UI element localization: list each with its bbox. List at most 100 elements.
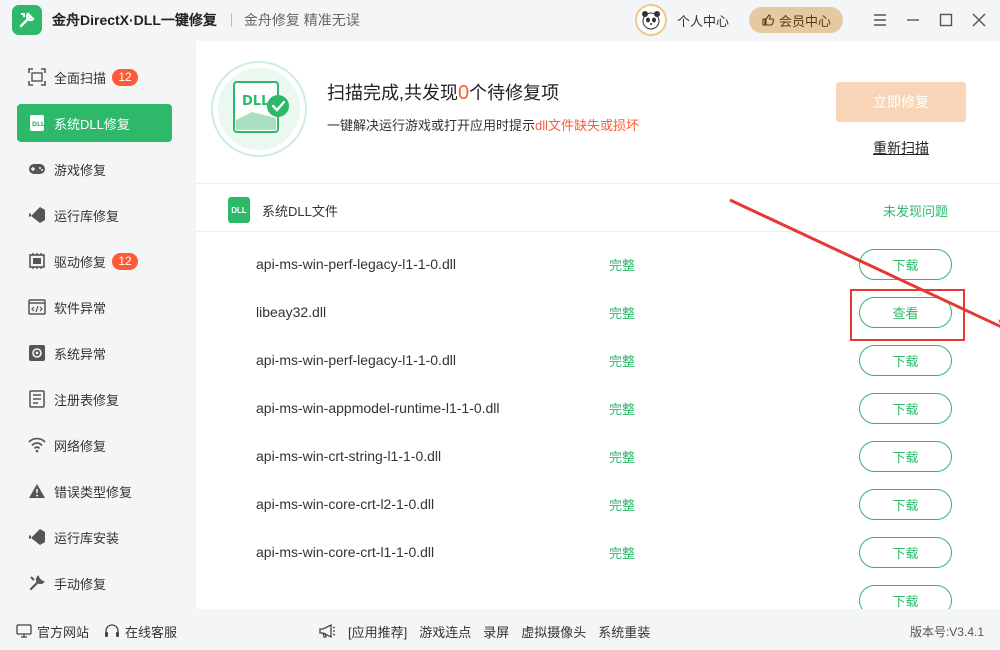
section-header: DLL 系统DLL文件 未发现问题 <box>196 189 1000 231</box>
maximize-icon[interactable] <box>931 5 961 35</box>
sidebar-item-runtime[interactable]: 运行库修复 <box>17 196 172 234</box>
sidebar-item-wrench[interactable]: 手动修复 <box>17 564 172 602</box>
app-logo-icon <box>12 5 42 35</box>
table-row: api-ms-win-perf-legacy-l1-1-0.dll 完整 下载 <box>196 240 1000 288</box>
sidebar-item-scan[interactable]: 全面扫描 12 <box>17 58 172 96</box>
user-center-link[interactable]: 个人中心 <box>677 11 729 30</box>
dll-file-status: 完整 <box>609 401 636 417</box>
table-row: api-ms-win-core-crt-l2-1-0.dll 完整 下载 <box>196 480 1000 528</box>
repair-now-button[interactable]: 立即修复 <box>836 82 966 122</box>
dll-scan-illustration-icon: DLL <box>211 61 307 157</box>
footer-link-screen-record[interactable]: 录屏 <box>483 622 509 641</box>
sidebar-item-label: 手动修复 <box>54 576 107 592</box>
count-badge: 12 <box>112 68 139 86</box>
avatar[interactable] <box>634 4 667 36</box>
dll-icon: DLL <box>27 113 47 133</box>
thumb-up-icon <box>762 14 775 26</box>
sidebar-item-warning[interactable]: 错误类型修复 <box>17 472 172 510</box>
title-bar: 金舟DirectX·DLL一键修复 金舟修复 精准无误 个人中心 会员中心 <box>0 0 1000 40</box>
sidebar: 全面扫描 12 DLL 系统DLL修复游戏修复运行库修复驱动修复 12 软件异常系统异常注… <box>0 58 190 610</box>
scan-result-subtitle: 一键解决运行游戏或打开应用时提示dll文件缺失或损坏 <box>327 118 640 133</box>
sidebar-item-wifi[interactable]: 网络修复 <box>17 426 172 464</box>
vip-center-button[interactable]: 会员中心 <box>748 7 843 33</box>
dll-file-name: api-ms-win-crt-string-l1-1-0.dll <box>256 448 442 464</box>
footer: 官方网站 在线客服 [应用推荐] 游戏连点 录屏 虚拟摄像头 系统重装 版本号:… <box>0 612 1000 650</box>
warning-icon <box>27 481 47 501</box>
table-row: api-ms-win-perf-legacy-l1-1-0.dll 完整 下载 <box>196 336 1000 384</box>
rescan-link[interactable]: 重新扫描 <box>873 138 929 158</box>
app-slogan: 金舟修复 精准无误 <box>243 12 360 28</box>
megaphone-icon <box>319 623 336 639</box>
sidebar-item-driver[interactable]: 驱动修复 12 <box>17 242 172 280</box>
wrench-icon <box>27 573 47 593</box>
recommend-label: [应用推荐] <box>348 624 408 640</box>
dll-file-status: 完整 <box>609 305 636 321</box>
svg-text:DLL: DLL <box>242 94 269 109</box>
sidebar-item-label: 错误类型修复 <box>54 484 133 500</box>
title-separator <box>230 13 232 27</box>
online-service-link[interactable]: 在线客服 <box>104 622 177 641</box>
download-button[interactable]: 下载 <box>859 537 952 568</box>
registry-icon <box>27 389 47 409</box>
sidebar-item-label: 网络修复 <box>54 438 107 454</box>
table-row: api-ms-win-appmodel-runtime-l1-1-0.dll 完整… <box>196 384 1000 432</box>
version-label: 版本号:V3.4.1 <box>909 624 984 639</box>
menu-icon[interactable] <box>865 5 895 35</box>
sidebar-item-gamepad[interactable]: 游戏修复 <box>17 150 172 188</box>
sidebar-item-dll[interactable]: DLL 系统DLL修复 <box>17 104 172 142</box>
footer-link-virtual-camera[interactable]: 虚拟摄像头 <box>521 622 586 641</box>
sidebar-item-gear[interactable]: 系统异常 <box>17 334 172 372</box>
footer-link-system-reinstall[interactable]: 系统重装 <box>598 622 650 641</box>
driver-icon <box>27 251 47 271</box>
headset-icon <box>105 624 119 637</box>
dll-file-status: 完整 <box>609 257 636 273</box>
main-panel: DLL 扫描完成,共发现0个待修复项 一键解决运行游戏或打开应用时提示dll文件… <box>196 41 1000 609</box>
sidebar-item-label: 全面扫描 <box>54 70 107 86</box>
sidebar-item-label: 驱动修复 <box>54 254 107 270</box>
download-button[interactable]: 下载 <box>859 249 952 280</box>
sidebar-item-label: 游戏修复 <box>54 162 107 178</box>
dll-file-name: libeay32.dll <box>256 304 327 320</box>
vip-center-label: 会员中心 <box>778 13 831 29</box>
dll-file-name: api-ms-win-perf-legacy-l1-1-0.dll <box>256 256 456 272</box>
dll-file-status: 完整 <box>609 353 636 369</box>
download-button[interactable]: 下载 <box>859 441 952 472</box>
download-button[interactable]: 下载 <box>859 345 952 376</box>
scan-result-title: 扫描完成,共发现0个待修复项 <box>327 82 560 104</box>
sidebar-item-code[interactable]: 软件异常 <box>17 288 172 326</box>
download-button[interactable]: 下载 <box>859 393 952 424</box>
recommend-bar: [应用推荐] 游戏连点 录屏 虚拟摄像头 系统重装 <box>318 612 650 650</box>
sidebar-item-registry[interactable]: 注册表修复 <box>17 380 172 418</box>
sidebar-item-install[interactable]: 运行库安装 <box>17 518 172 556</box>
sidebar-item-label: 运行库安装 <box>54 530 120 546</box>
wifi-icon <box>27 435 47 455</box>
sidebar-item-label: 系统异常 <box>54 346 107 362</box>
download-button[interactable]: 下载 <box>859 585 952 609</box>
sidebar-item-label: 注册表修复 <box>54 392 120 408</box>
close-icon[interactable] <box>964 5 994 35</box>
table-row: api-ms-win-crt-string-l1-1-0.dll 完整 下载 <box>196 432 1000 480</box>
annotation-highlight-box <box>850 289 965 341</box>
footer-link-game-clicker[interactable]: 游戏连点 <box>419 622 471 641</box>
gamepad-icon <box>27 159 47 179</box>
divider <box>196 231 1000 232</box>
dll-file-name: api-ms-win-core-crt-l1-1-0.dll <box>256 544 435 560</box>
monitor-icon <box>16 624 32 638</box>
divider <box>196 183 1000 184</box>
code-icon <box>27 297 47 317</box>
dll-file-icon: DLL <box>228 197 250 223</box>
sidebar-item-label: 运行库修复 <box>54 208 120 224</box>
runtime-icon <box>27 205 47 225</box>
dll-file-status: 完整 <box>609 497 636 513</box>
minimize-icon[interactable] <box>898 5 928 35</box>
dll-file-status: 完整 <box>609 449 636 465</box>
section-status: 未发现问题 <box>882 203 948 219</box>
download-button[interactable]: 下载 <box>859 489 952 520</box>
table-row: api-ms-win-core-crt-l1-1-0.dll 完整 下载 <box>196 528 1000 576</box>
install-icon <box>27 527 47 547</box>
official-site-link[interactable]: 官方网站 <box>16 622 89 641</box>
count-badge: 12 <box>112 252 139 270</box>
gear-icon <box>27 343 47 363</box>
svg-text:DLL: DLL <box>32 121 45 128</box>
scan-icon <box>27 67 47 87</box>
